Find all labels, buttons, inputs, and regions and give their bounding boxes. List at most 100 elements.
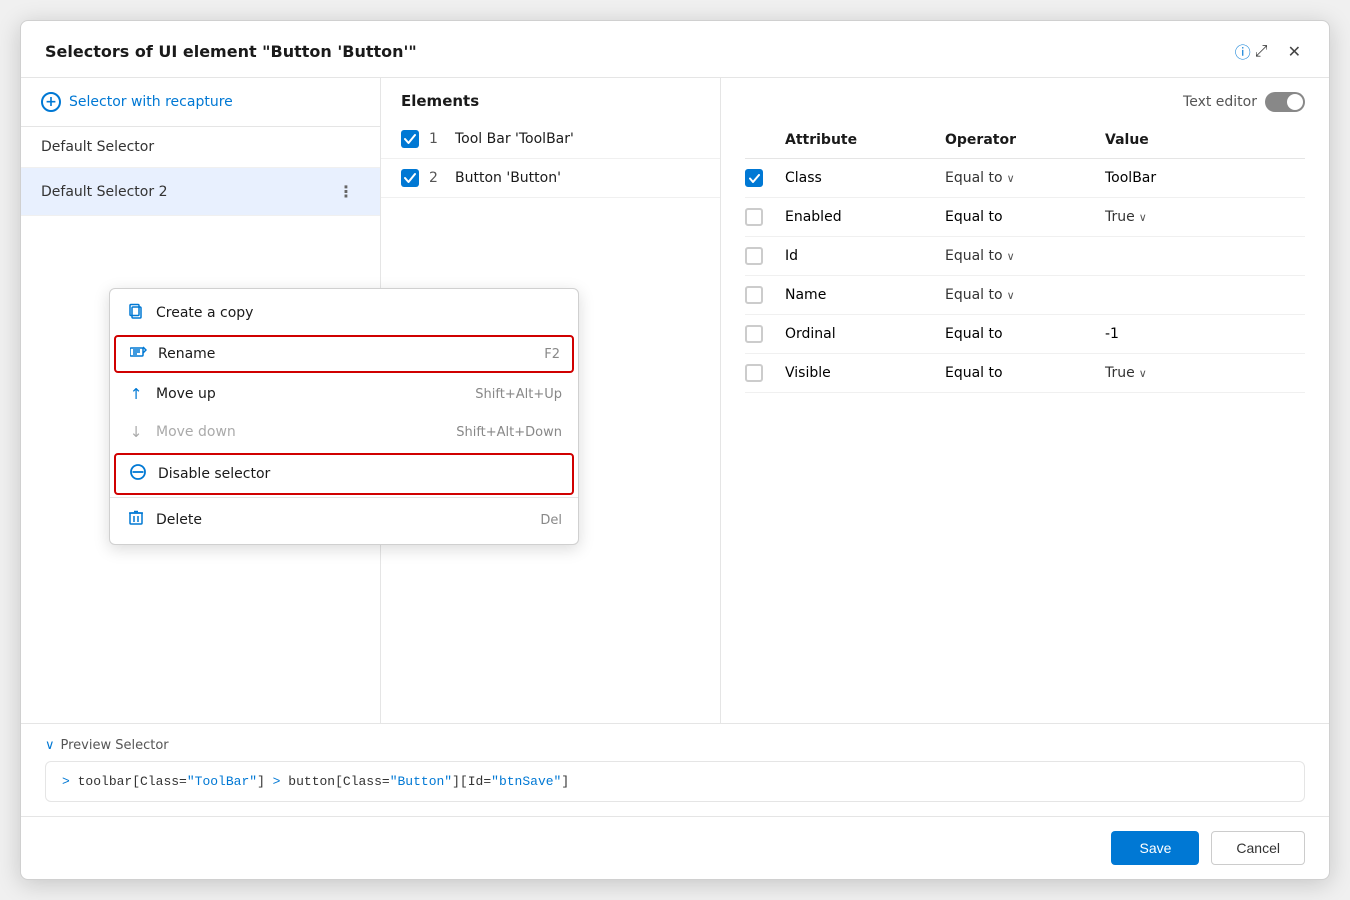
attr-value-visible[interactable]: True ∨ (1105, 365, 1305, 381)
menu-rename-label: Rename (158, 346, 215, 362)
rename-shortcut: F2 (544, 347, 560, 362)
attr-checkbox-class[interactable] (745, 169, 763, 187)
preview-class-val: "Button" (390, 774, 452, 789)
attr-row-visible: Visible Equal to True ∨ (745, 354, 1305, 393)
element-label-1: Tool Bar 'ToolBar' (455, 131, 700, 147)
save-button[interactable]: Save (1111, 831, 1199, 865)
attr-col-operator: Operator (945, 132, 1105, 148)
attr-value-ordinal: -1 (1105, 326, 1305, 342)
move-up-shortcut: Shift+Alt+Up (475, 387, 562, 402)
attr-name-name: Name (785, 287, 945, 303)
selector-item-1-label: Default Selector (41, 139, 360, 155)
attr-operator-enabled: Equal to (945, 209, 1105, 225)
chevron-id-icon: ∨ (1007, 250, 1015, 263)
menu-item-disable[interactable]: Disable selector (114, 453, 574, 495)
attr-value-enabled[interactable]: True ∨ (1105, 209, 1305, 225)
selector-item-2-label: Default Selector 2 (41, 184, 332, 200)
attr-row-name: Name Equal to ∨ (745, 276, 1305, 315)
preview-id-val: "btnSave" (491, 774, 561, 789)
dialog-footer: Save Cancel (21, 816, 1329, 879)
chevron-enabled-icon: ∨ (1139, 211, 1147, 224)
attr-row-ordinal: Ordinal Equal to -1 (745, 315, 1305, 354)
delete-shortcut: Del (540, 513, 562, 528)
main-dialog: Selectors of UI element "Button 'Button'… (20, 20, 1330, 880)
attr-checkbox-ordinal[interactable] (745, 325, 763, 343)
element-num-2: 2 (429, 170, 445, 186)
text-editor-toggle[interactable]: Text editor (1183, 92, 1305, 112)
chevron-visible-icon: ∨ (1139, 367, 1147, 380)
preview-selector-static: toolbar[Class= (78, 774, 187, 789)
attr-checkbox-enabled[interactable] (745, 208, 763, 226)
add-circle-icon: + (41, 92, 61, 112)
dialog-header: Selectors of UI element "Button 'Button'… (21, 21, 1329, 78)
menu-move-up-label: Move up (156, 386, 216, 402)
attr-operator-class[interactable]: Equal to ∨ (945, 170, 1105, 186)
text-editor-switch[interactable] (1265, 92, 1305, 112)
add-selector-button[interactable]: + Selector with recapture (21, 78, 380, 127)
preview-header[interactable]: ∨ Preview Selector (45, 738, 1305, 753)
menu-move-down-label: Move down (156, 424, 236, 440)
preview-toolbar-val: "ToolBar" (187, 774, 257, 789)
attr-name-class: Class (785, 170, 945, 186)
rename-icon (128, 345, 148, 363)
copy-icon (126, 303, 146, 323)
move-down-icon: ↓ (126, 423, 146, 441)
menu-item-move-up[interactable]: ↑ Move up Shift+Alt+Up (110, 375, 578, 413)
attr-operator-name[interactable]: Equal to ∨ (945, 287, 1105, 303)
preview-chevron-icon: ∨ (45, 738, 55, 753)
attr-name-ordinal: Ordinal (785, 326, 945, 342)
right-header: Text editor (721, 78, 1329, 122)
more-options-button[interactable]: ⋮ (332, 180, 360, 203)
delete-icon (126, 510, 146, 530)
preview-content: > toolbar[Class="ToolBar"] > button[Clas… (45, 761, 1305, 802)
info-icon[interactable]: ⓘ (1235, 39, 1251, 63)
preview-header-label: Preview Selector (61, 738, 169, 753)
attr-col-check (745, 132, 785, 148)
attr-col-attribute: Attribute (785, 132, 945, 148)
attr-checkbox-visible[interactable] (745, 364, 763, 382)
chevron-name-icon: ∨ (1007, 289, 1015, 302)
dialog-title: Selectors of UI element "Button 'Button'… (45, 42, 1225, 61)
right-panel: Text editor Attribute Operator Value Cla… (721, 78, 1329, 723)
preview-panel: ∨ Preview Selector > toolbar[Class="Tool… (21, 723, 1329, 816)
element-item-1[interactable]: 1 Tool Bar 'ToolBar' (381, 120, 720, 159)
menu-item-delete[interactable]: Delete Del (110, 500, 578, 540)
attribute-table: Attribute Operator Value Class Equal to … (721, 122, 1329, 723)
menu-divider (110, 497, 578, 498)
dialog-body: + Selector with recapture Default Select… (21, 78, 1329, 723)
selector-item-2[interactable]: Default Selector 2 ⋮ (21, 168, 380, 216)
expand-icon[interactable]: ⤢ (1251, 39, 1272, 63)
attr-checkbox-name[interactable] (745, 286, 763, 304)
menu-item-rename[interactable]: Rename F2 (114, 335, 574, 373)
element-num-1: 1 (429, 131, 445, 147)
move-down-shortcut: Shift+Alt+Down (456, 425, 562, 440)
attr-name-visible: Visible (785, 365, 945, 381)
menu-disable-label: Disable selector (158, 466, 270, 482)
element-item-2[interactable]: 2 Button 'Button' (381, 159, 720, 198)
close-icon[interactable]: ✕ (1284, 40, 1305, 63)
attr-col-value: Value (1105, 132, 1305, 148)
menu-delete-label: Delete (156, 512, 202, 528)
left-panel: + Selector with recapture Default Select… (21, 78, 381, 723)
attr-name-id: Id (785, 248, 945, 264)
context-menu: Create a copy Rename F2 (109, 288, 579, 545)
element-label-2: Button 'Button' (455, 170, 700, 186)
attr-row-class: Class Equal to ∨ ToolBar (745, 159, 1305, 198)
chevron-class-icon: ∨ (1007, 172, 1015, 185)
move-up-icon: ↑ (126, 385, 146, 403)
attr-header-row: Attribute Operator Value (745, 122, 1305, 159)
disable-icon (128, 463, 148, 485)
menu-item-copy[interactable]: Create a copy (110, 293, 578, 333)
menu-copy-label: Create a copy (156, 305, 253, 321)
attr-checkbox-id[interactable] (745, 247, 763, 265)
selector-item-1[interactable]: Default Selector (21, 127, 380, 168)
menu-item-move-down: ↓ Move down Shift+Alt+Down (110, 413, 578, 451)
element-checkbox-1[interactable] (401, 130, 419, 148)
cancel-button[interactable]: Cancel (1211, 831, 1305, 865)
attr-operator-ordinal: Equal to (945, 326, 1105, 342)
attr-operator-id[interactable]: Equal to ∨ (945, 248, 1105, 264)
header-actions: ⤢ ✕ (1251, 39, 1305, 63)
element-checkbox-2[interactable] (401, 169, 419, 187)
attr-value-class: ToolBar (1105, 170, 1305, 186)
attr-operator-visible: Equal to (945, 365, 1105, 381)
